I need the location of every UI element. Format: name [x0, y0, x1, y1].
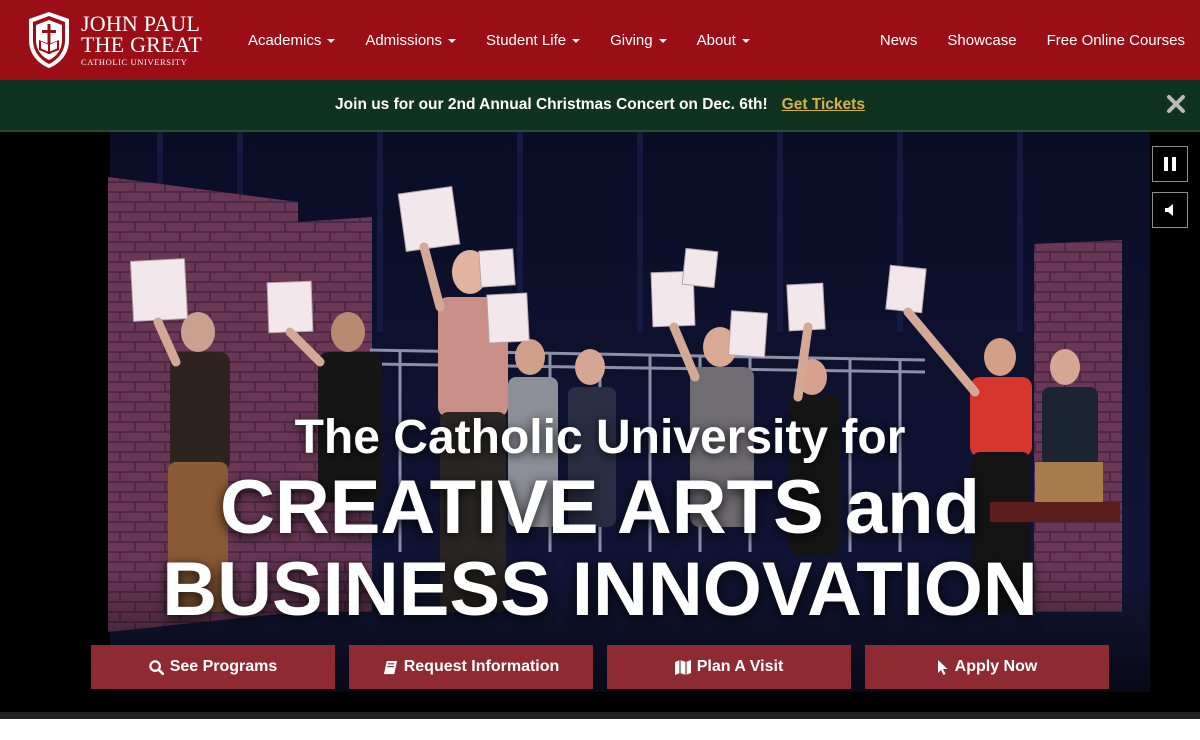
wordmark-line-3: CATHOLIC UNIVERSITY [81, 57, 188, 68]
caret-down-icon [741, 39, 750, 43]
caret-down-icon [327, 39, 336, 43]
nav-about-label: About [696, 31, 736, 49]
hero-banner: The Catholic University for CREATIVE ART… [0, 132, 1200, 712]
wordmark: JOHN PAUL THE GREAT CATHOLIC UNIVERSITY [81, 13, 202, 67]
see-programs-label: See Programs [169, 658, 278, 675]
nav-giving[interactable]: Giving [595, 0, 682, 80]
nav-news-label: News [879, 31, 918, 49]
nav-free-online-courses-label: Free Online Courses [1046, 31, 1185, 49]
university-logo[interactable]: JOHN PAUL THE GREAT CATHOLIC UNIVERSITY [25, 0, 202, 80]
secondary-menu: News Showcase Free Online Courses [865, 0, 1200, 80]
see-programs-button[interactable]: See Programs [91, 645, 335, 689]
hero-headline-line-2: BUSINESS INNOVATION [162, 547, 1038, 632]
search-icon [148, 659, 164, 675]
nav-news[interactable]: News [865, 0, 933, 80]
pause-icon [1164, 157, 1176, 171]
nav-admissions[interactable]: Admissions [350, 0, 471, 80]
nav-academics[interactable]: Academics [233, 0, 350, 80]
crest-icon [29, 12, 69, 68]
nav-showcase[interactable]: Showcase [932, 0, 1031, 80]
apply-now-button[interactable]: Apply Now [865, 645, 1109, 689]
top-navigation: JOHN PAUL THE GREAT CATHOLIC UNIVERSITY … [0, 0, 1200, 80]
nav-giving-label: Giving [610, 31, 653, 49]
wordmark-line-2: THE GREAT [81, 32, 202, 58]
caret-down-icon [658, 39, 667, 43]
request-information-label: Request Information [403, 658, 560, 675]
map-icon [674, 659, 691, 675]
request-information-button[interactable]: Request Information [349, 645, 593, 689]
hero-headline-line-1: CREATIVE ARTS and [219, 465, 981, 550]
apply-now-label: Apply Now [954, 658, 1038, 675]
book-icon [383, 660, 397, 674]
nav-student-life[interactable]: Student Life [471, 0, 595, 80]
caret-down-icon [572, 39, 581, 43]
get-tickets-link[interactable]: Get Tickets [782, 96, 865, 114]
volume-icon [1165, 204, 1173, 216]
pointer-icon [937, 659, 948, 675]
announcement-message: Join us for our 2nd Annual Christmas Con… [335, 96, 768, 113]
main-menu: Academics Admissions Student Life Giving… [233, 0, 765, 80]
cta-buttons: See Programs Request Information Plan A … [91, 645, 1109, 689]
nav-free-online-courses[interactable]: Free Online Courses [1032, 0, 1200, 80]
hero-bottom-border [0, 712, 1200, 719]
nav-student-life-label: Student Life [486, 31, 567, 49]
plan-a-visit-label: Plan A Visit [696, 658, 784, 675]
nav-about[interactable]: About [682, 0, 765, 80]
close-icon[interactable] [1164, 92, 1188, 116]
plan-a-visit-button[interactable]: Plan A Visit [607, 645, 851, 689]
nav-academics-label: Academics [247, 31, 322, 49]
mute-video-button[interactable] [1152, 192, 1188, 228]
hero-tagline: The Catholic University for [294, 411, 906, 464]
announcement-bar: Join us for our 2nd Annual Christmas Con… [0, 80, 1200, 132]
nav-showcase-label: Showcase [947, 31, 1017, 49]
pause-video-button[interactable] [1152, 146, 1188, 182]
nav-admissions-label: Admissions [365, 31, 443, 49]
caret-down-icon [448, 39, 457, 43]
